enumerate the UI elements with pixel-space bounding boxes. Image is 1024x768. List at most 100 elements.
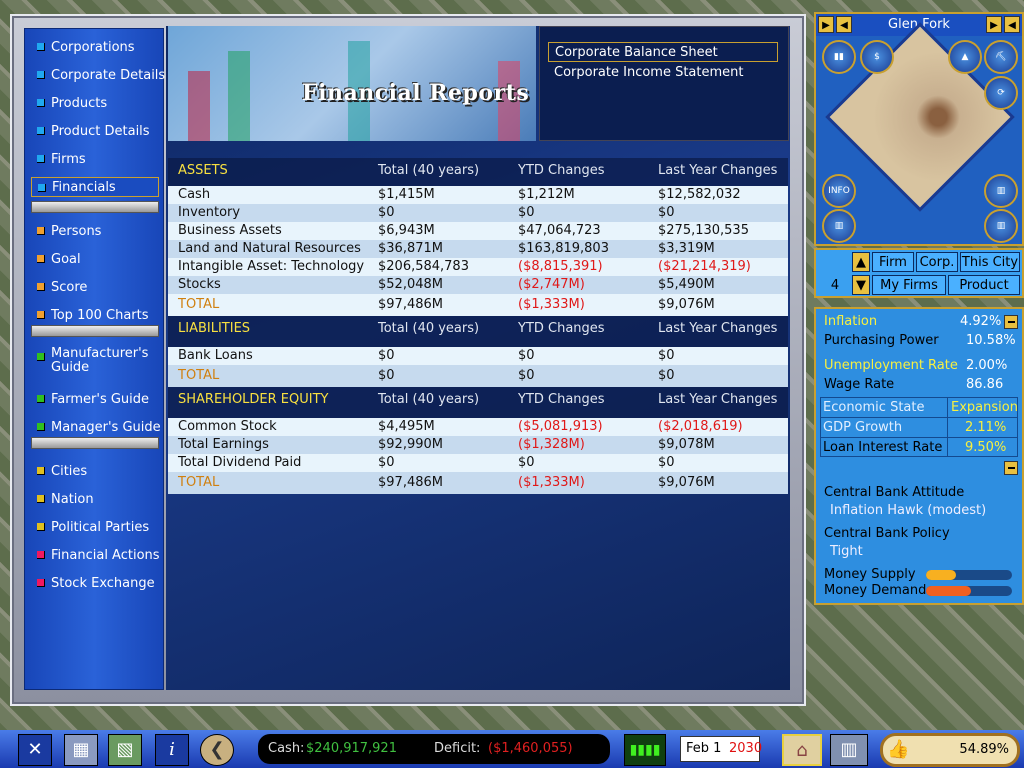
table-cell: Total (40 years) — [378, 321, 480, 336]
info-icon[interactable]: i — [155, 734, 189, 766]
table-cell: $0 — [518, 368, 535, 383]
table-row: Business Assets $6,943M $47,064,723 $275,13… — [168, 222, 788, 240]
table-row: Total Dividend Paid $0 $0 $0 — [168, 454, 788, 472]
table-cell: $9,076M — [658, 297, 715, 312]
unemployment-value: 2.00% — [966, 358, 1008, 373]
my-firms-button[interactable]: My Firms — [872, 275, 946, 295]
table-cell: $3,319M — [658, 241, 715, 256]
sidebar-item-political-parties[interactable]: Political Parties — [31, 517, 159, 537]
cash-value: $240,917,921 — [306, 741, 397, 756]
table-row: Cash $1,415M $1,212M $12,582,032 — [168, 186, 788, 204]
sidebar-item-product-details[interactable]: Product Details — [31, 121, 159, 141]
next-city-button[interactable]: ▶ — [986, 16, 1002, 33]
bullet-icon — [38, 184, 46, 192]
tools-icon[interactable]: ✕ — [18, 734, 52, 766]
sidebar-item-stock-exchange[interactable]: Stock Exchange — [31, 573, 159, 593]
table-cell: ($2,018,619) — [658, 419, 743, 434]
gdp-growth-value: 2.11% — [965, 420, 1007, 435]
year-value: 2030 — [729, 741, 763, 756]
sidebar-item-score[interactable]: Score — [31, 277, 159, 297]
table-cell: ($2,747M) — [518, 277, 585, 292]
sidebar-item-financial-actions[interactable]: Financial Actions — [31, 545, 160, 565]
sidebar-item-label: Political Parties — [51, 519, 150, 535]
sidebar-item-firms[interactable]: Firms — [31, 149, 159, 169]
back-icon[interactable]: ❮ — [200, 734, 234, 766]
sidebar-item-top-100-charts[interactable]: Top 100 Charts — [31, 305, 159, 325]
capitol-icon[interactable]: ⌂ — [782, 734, 822, 766]
last-city-button[interactable]: ◀ — [1004, 16, 1020, 33]
table-cell: Total Earnings — [178, 437, 269, 452]
sidebar-item-manufacturer-s-guide[interactable]: Manufacturer's Guide — [31, 347, 159, 377]
speed-bars-icon[interactable]: ▮▮▮▮ — [624, 734, 666, 766]
sidebar: Corporations Corporate Details Products Pro… — [24, 28, 165, 690]
info-button[interactable]: INFO — [822, 174, 856, 208]
bullet-icon — [37, 523, 45, 531]
building-icon[interactable]: ▥ — [984, 174, 1018, 208]
building-icon[interactable]: ▥ — [822, 209, 856, 243]
sidebar-item-cities[interactable]: Cities — [31, 461, 159, 481]
bullet-icon — [37, 255, 45, 263]
sidebar-item-label: Farmer's Guide — [51, 391, 150, 407]
table-cell: $0 — [378, 368, 395, 383]
graph-icon[interactable]: ▲ — [948, 40, 982, 74]
first-city-button[interactable]: ▶ — [818, 16, 834, 33]
this-city-button[interactable]: This City — [960, 252, 1020, 272]
status-bar: Cash: $240,917,921 Deficit: ($1,460,055) — [258, 734, 610, 764]
sidebar-item-corporations[interactable]: Corporations — [31, 37, 159, 57]
report-balance-sheet[interactable]: Corporate Balance Sheet — [548, 42, 778, 62]
approval-rating[interactable]: 👍 54.89% — [880, 733, 1020, 767]
sidebar-item-financials[interactable]: Financials — [31, 177, 159, 197]
banner-bar — [228, 51, 250, 141]
table-cell: Business Assets — [178, 223, 282, 238]
firm-button[interactable]: Firm — [872, 252, 914, 272]
down-arrow-button[interactable]: ▼ — [852, 275, 870, 295]
bank-attitude-label: Central Bank Attitude — [824, 485, 965, 500]
table-cell: $4,495M — [378, 419, 435, 434]
sidebar-item-corporate-details[interactable]: Corporate Details — [31, 65, 165, 85]
sidebar-item-farmer-s-guide[interactable]: Farmer's Guide — [31, 389, 159, 409]
section-header: SHAREHOLDER EQUITY Total (40 years) YTD Ch… — [168, 387, 788, 418]
building-icon[interactable]: ▥ — [984, 209, 1018, 243]
bullet-icon — [37, 155, 45, 163]
pickaxe-icon[interactable]: ⛏ — [984, 40, 1018, 74]
bank-attitude-value: Inflation Hawk (modest) — [830, 503, 987, 518]
table-cell: $0 — [658, 455, 675, 470]
table-row: Inventory $0 $0 $0 — [168, 204, 788, 222]
collapse-icon[interactable] — [1004, 315, 1018, 329]
table-cell: $5,490M — [658, 277, 715, 292]
economy-panel: Inflation 4.92% Purchasing Power 10.58% … — [814, 307, 1024, 605]
collapse-icon[interactable] — [1004, 461, 1018, 475]
table-cell: $275,130,535 — [658, 223, 749, 238]
pipe-icon[interactable]: ⟳ — [984, 76, 1018, 110]
table-cell: $0 — [658, 205, 675, 220]
table-cell: $163,819,803 — [518, 241, 609, 256]
up-arrow-button[interactable]: ▲ — [852, 252, 870, 272]
table-cell: $1,212M — [518, 187, 575, 202]
purchasing-power-value: 10.58% — [966, 333, 1016, 348]
sidebar-item-products[interactable]: Products — [31, 93, 159, 113]
table-cell: $0 — [518, 205, 535, 220]
product-button[interactable]: Product — [948, 275, 1020, 295]
sidebar-item-label: Score — [51, 279, 88, 295]
map-icon[interactable]: ▧ — [108, 734, 142, 766]
bullet-icon — [37, 353, 45, 361]
sidebar-item-manager-s-guide[interactable]: Manager's Guide — [31, 417, 161, 437]
sidebar-item-goal[interactable]: Goal — [31, 249, 159, 269]
selection-controls: 4 ▲ ▼ Firm Corp. This City My Firms Prod… — [814, 248, 1024, 298]
dollar-icon[interactable]: $ — [860, 40, 894, 74]
economic-state-label: Economic State — [823, 400, 925, 415]
economic-state-value: Expansion — [951, 400, 1018, 415]
skyline-icon[interactable]: ▥ — [830, 734, 868, 766]
total-row: TOTAL $97,486M ($1,333M) $9,076M — [168, 472, 788, 494]
sidebar-item-persons[interactable]: Persons — [31, 221, 159, 241]
chart-icon[interactable]: ▮▮ — [822, 40, 856, 74]
table-cell: $97,486M — [378, 297, 443, 312]
table-row: Land and Natural Resources $36,871M $163,8… — [168, 240, 788, 258]
report-income-statement[interactable]: Corporate Income Statement — [548, 63, 778, 83]
approval-value: 54.89% — [959, 742, 1009, 757]
sidebar-item-label: Corporate Details — [51, 67, 166, 83]
prev-city-button[interactable]: ◀ — [836, 16, 852, 33]
sidebar-item-nation[interactable]: Nation — [31, 489, 159, 509]
city-grid-icon[interactable]: ▦ — [64, 734, 98, 766]
corp-button[interactable]: Corp. — [916, 252, 958, 272]
